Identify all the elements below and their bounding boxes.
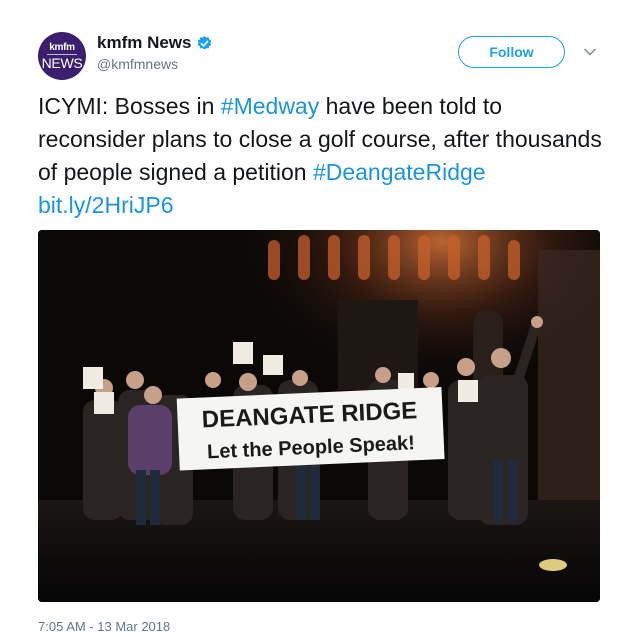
avatar-text-bottom: NEWS xyxy=(41,54,83,71)
building-windows xyxy=(268,235,520,280)
avatar-text-top: kmfm xyxy=(49,41,75,53)
tweet-link[interactable]: bit.ly/2HriJP6 xyxy=(38,192,173,218)
timestamp[interactable]: 7:05 AM - 13 Mar 2018 xyxy=(38,619,170,634)
photo-scene: DEANGATE RIDGE Let the People Speak! xyxy=(38,230,600,602)
chevron-down-icon[interactable] xyxy=(582,44,598,60)
banner: DEANGATE RIDGE Let the People Speak! xyxy=(176,387,445,471)
handle[interactable]: @kmfmnews xyxy=(97,56,178,72)
ground-light xyxy=(539,559,567,571)
name-row: kmfm News xyxy=(97,33,213,53)
display-name[interactable]: kmfm News xyxy=(97,33,191,53)
tweet-text-part1: ICYMI: Bosses in xyxy=(38,93,221,119)
follow-button[interactable]: Follow xyxy=(458,36,565,68)
hashtag-medway[interactable]: #Medway xyxy=(221,93,319,119)
tweet-photo[interactable]: DEANGATE RIDGE Let the People Speak! xyxy=(38,230,600,602)
avatar[interactable]: kmfm NEWS xyxy=(38,32,86,80)
tweet-text: ICYMI: Bosses in #Medway have been told … xyxy=(38,90,608,222)
hashtag-deangateridge[interactable]: #DeangateRidge xyxy=(313,159,486,185)
verified-badge-icon xyxy=(198,35,212,50)
avatar-divider xyxy=(47,53,77,55)
